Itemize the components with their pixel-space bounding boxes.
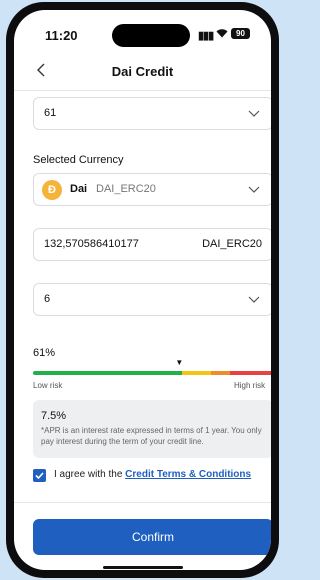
currency-label: Selected Currency	[33, 154, 124, 166]
risk-percent: 61%	[33, 347, 56, 359]
agree-checkbox[interactable]	[33, 469, 46, 482]
risk-bar	[33, 371, 271, 375]
home-indicator	[103, 566, 183, 569]
status-time: 11:20	[45, 28, 78, 43]
confirm-button[interactable]: Confirm	[33, 519, 271, 555]
status-bar: 11:20 ▮▮▮ 90	[14, 10, 271, 54]
risk-segment-high	[229, 371, 271, 375]
term-select[interactable]: 61	[33, 97, 271, 130]
page-title: Dai Credit	[111, 64, 174, 79]
chevron-down-icon	[248, 186, 260, 193]
phone-frame: 11:20 ▮▮▮ 90 Dai Credit 61 Selected Curr…	[6, 2, 279, 578]
footer-divider	[14, 502, 271, 503]
term-value: 61	[44, 107, 57, 119]
agree-prefix: I agree with the	[54, 469, 126, 480]
wifi-icon	[216, 27, 228, 41]
amount-input[interactable]: 132,570586410177 DAI_ERC20	[33, 228, 271, 261]
duration-select[interactable]: 6	[33, 283, 271, 316]
risk-low-label: Low risk	[33, 381, 63, 390]
risk-marker-icon: ▼	[175, 358, 184, 367]
amount-currency: DAI_ERC20	[202, 238, 262, 250]
apr-note: *APR is an interest rate expressed in te…	[41, 426, 262, 446]
currency-select[interactable]: Ð Dai DAI_ERC20	[33, 173, 271, 206]
dai-coin-icon: Ð	[42, 180, 62, 200]
terms-link[interactable]: Credit Terms & Conditions	[125, 469, 251, 480]
currency-name: Dai	[70, 183, 88, 195]
dynamic-island	[112, 24, 190, 47]
risk-high-label: High risk	[234, 381, 266, 390]
risk-segment-mid	[181, 371, 211, 375]
currency-code: DAI_ERC20	[96, 183, 156, 195]
app-screen: 11:20 ▮▮▮ 90 Dai Credit 61 Selected Curr…	[14, 10, 271, 570]
risk-segment-high-mid	[210, 371, 230, 375]
amount-value: 132,570586410177	[44, 238, 139, 250]
apr-box: 7.5% *APR is an interest rate expressed …	[33, 400, 271, 458]
nav-divider	[14, 90, 271, 91]
risk-segment-low	[33, 371, 182, 375]
agree-text: I agree with the Credit Terms & Conditio…	[54, 469, 251, 480]
chevron-down-icon	[248, 296, 260, 303]
duration-value: 6	[44, 293, 51, 305]
checkmark-icon	[35, 472, 44, 480]
apr-value: 7.5%	[41, 410, 67, 422]
battery-icon: 90	[231, 28, 250, 39]
signal-icon: ▮▮▮	[198, 30, 214, 42]
chevron-down-icon	[248, 110, 260, 117]
